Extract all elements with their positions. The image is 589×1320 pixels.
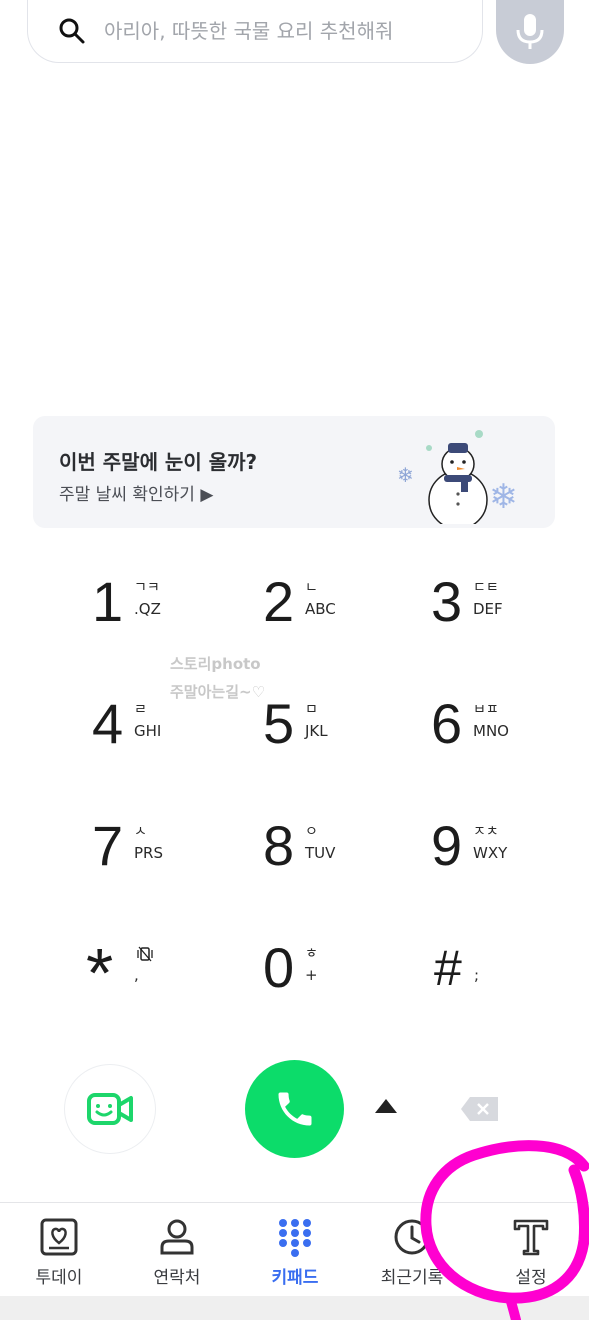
nav-recent[interactable]: 최근기록	[357, 1217, 467, 1293]
nav-label-settings: 설정	[515, 1268, 547, 1288]
microphone-icon	[516, 14, 544, 49]
nav-contacts[interactable]: 연락처	[122, 1217, 232, 1293]
video-call-button[interactable]	[64, 1064, 156, 1154]
nav-keypad[interactable]: 키패드	[240, 1217, 350, 1293]
key-9[interactable]: 9 ㅈㅊ WXY	[431, 816, 571, 896]
key-7[interactable]: 7 ㅅ PRS	[92, 816, 232, 896]
nav-label-recent: 최근기록	[380, 1268, 444, 1288]
watermark: 스토리photo 주말아는길~♡	[170, 655, 266, 701]
voice-search-button[interactable]	[496, 0, 564, 64]
contacts-icon	[160, 1219, 194, 1255]
key-4[interactable]: 4 ㄹ GHI	[92, 694, 232, 774]
banner-subtitle[interactable]: 주말 날씨 확인하기 ▶	[59, 480, 213, 505]
key-6[interactable]: 6 ㅂㅍ MNO	[431, 694, 571, 774]
snowman-illustration: ❄ ❄	[397, 430, 518, 524]
video-call-icon	[87, 1093, 133, 1125]
nav-label-contacts: 연락처	[153, 1268, 201, 1288]
nav-today[interactable]: 투데이	[4, 1217, 114, 1293]
search-icon	[59, 18, 85, 44]
key-0[interactable]: 0 ㅎ +	[263, 938, 403, 1018]
key-5[interactable]: 5 ㅁ JKL	[263, 694, 403, 774]
key-2[interactable]: 2 ㄴ ABC	[263, 572, 403, 652]
nav-label-keypad: 키패드	[271, 1268, 319, 1288]
system-bottom-bar	[0, 1296, 589, 1320]
bottom-navigation: 투데이 연락처 키패드 최근기록 설정	[0, 1202, 589, 1296]
key-3[interactable]: 3 ㄷㅌ DEF	[431, 572, 571, 652]
svg-text:❄: ❄	[397, 463, 414, 487]
vibrate-mute-icon	[137, 946, 153, 962]
search-bar[interactable]	[27, 0, 483, 63]
key-8[interactable]: 8 ㅇ TUV	[263, 816, 403, 896]
today-icon	[40, 1218, 78, 1256]
expand-up-icon[interactable]	[374, 1096, 398, 1116]
settings-t-icon	[513, 1219, 549, 1256]
key-1[interactable]: 1 ㄱㅋ .QZ	[92, 572, 232, 652]
nav-label-today: 투데이	[35, 1268, 83, 1288]
search-input[interactable]	[104, 19, 464, 43]
recent-icon	[394, 1219, 430, 1255]
key-hash[interactable]: # ;	[434, 938, 574, 1018]
key-star[interactable]: * ,	[86, 938, 226, 1018]
phone-icon	[278, 1092, 311, 1126]
banner-title: 이번 주말에 눈이 올까?	[59, 450, 258, 474]
weather-banner[interactable]: 이번 주말에 눈이 올까? 주말 날씨 확인하기 ▶ ❄ ❄	[33, 416, 555, 528]
backspace-icon[interactable]	[460, 1096, 500, 1122]
call-button[interactable]	[245, 1060, 344, 1158]
keypad-icon	[279, 1219, 311, 1257]
svg-text:❄: ❄	[489, 477, 518, 517]
nav-settings[interactable]: 설정	[476, 1217, 586, 1293]
